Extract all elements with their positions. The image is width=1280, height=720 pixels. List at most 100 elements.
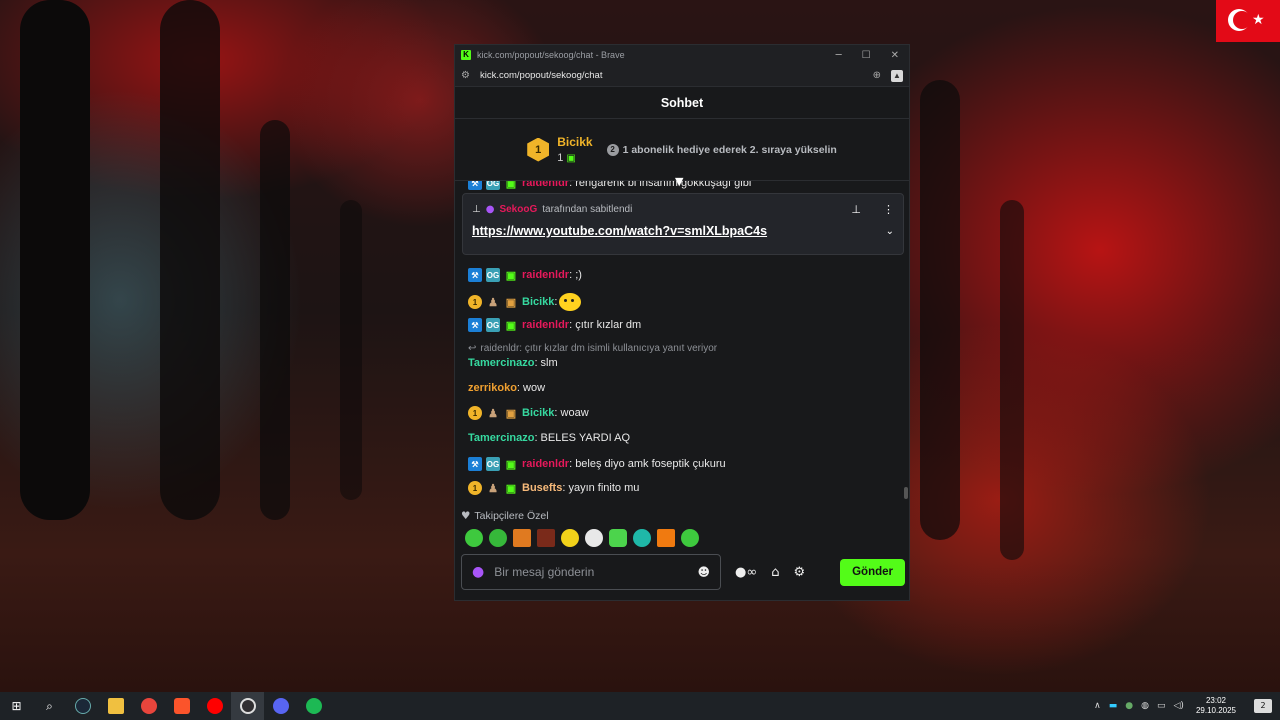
more-options-icon[interactable]: ⋮ [883, 203, 894, 216]
subscriber-badge-icon: ▣ [505, 181, 517, 190]
kick-logo-icon: K [461, 50, 471, 60]
message-text: : çıtır kızlar dm [569, 319, 642, 331]
obs-icon[interactable] [231, 692, 264, 720]
spotify-icon[interactable] [297, 692, 330, 720]
pin-icon: ⊥ [472, 204, 481, 215]
chat-message: 1 ♟ ▣ Busefts : yayın finito mu [468, 481, 639, 495]
leader-name[interactable]: Bicikk [557, 135, 592, 149]
window-title: kick.com/popout/sekoog/chat - Brave [477, 50, 625, 60]
message-text: : [554, 296, 558, 308]
clock[interactable]: 23:02 29.10.2025 [1196, 696, 1236, 716]
steam-icon[interactable] [66, 692, 99, 720]
username[interactable]: raidenldr [522, 181, 569, 189]
minimize-button[interactable]: ─ [836, 50, 842, 61]
moderator-badge-icon: ⚒ [468, 268, 482, 282]
emoji-picker-icon[interactable]: ☻ [697, 565, 710, 579]
start-button[interactable]: ⊞ [0, 692, 33, 720]
emote-icon[interactable] [489, 529, 507, 547]
broadcaster-badge-icon: ● [485, 204, 495, 215]
file-explorer-icon[interactable] [99, 692, 132, 720]
chat-popup-window: K kick.com/popout/sekoog/chat - Brave ─ … [454, 44, 910, 601]
username[interactable]: Bicikk [522, 296, 554, 308]
followers-label: Takipçilere Özel [474, 510, 549, 522]
kicks-icon[interactable]: ●∞ [735, 565, 757, 580]
emote-icon[interactable] [561, 529, 579, 547]
address-bar[interactable]: ⚙ kick.com/popout/sekoog/chat ⊕ ▲ [455, 65, 909, 87]
chat-input-row: ● ☻ ●∞ ⌂ ⚙ Gönder [461, 554, 905, 590]
message-input[interactable] [494, 565, 688, 579]
message-text: : yayın finito mu [562, 482, 640, 494]
username[interactable]: Tamercinazo [468, 432, 534, 444]
notifications-icon[interactable]: 2 [1254, 699, 1272, 713]
search-icon[interactable]: ⌕ [33, 692, 66, 720]
username[interactable]: raidenldr [522, 319, 569, 331]
username[interactable]: raidenldr [522, 458, 569, 470]
brave-icon[interactable] [165, 692, 198, 720]
volume-icon[interactable]: ◁) [1174, 701, 1184, 711]
send-button[interactable]: Gönder [840, 558, 905, 586]
chat-message: Tamercinazo : slm [468, 357, 558, 369]
pinned-message: ⊥ ● SekooG tarafından sabitlendi ⊥ ⋮ htt… [462, 193, 904, 255]
emote-icon[interactable] [537, 529, 555, 547]
url-text[interactable]: kick.com/popout/sekoog/chat [480, 70, 603, 81]
chat-scrollbar[interactable] [904, 487, 908, 499]
emote-icon[interactable] [633, 529, 651, 547]
pinned-by-user[interactable]: SekooG [499, 204, 537, 215]
person-badge-icon: ♟ [488, 482, 498, 495]
tray-app-icon[interactable]: ● [1125, 701, 1133, 711]
chat-message: zerrikoko : wow [468, 382, 545, 394]
maximize-button[interactable]: ☐ [862, 50, 871, 61]
site-settings-icon[interactable]: ⚙ [461, 70, 470, 81]
chat-message: ⚒ OG ▣ raidenldr : çıtır kızlar dm [468, 318, 641, 332]
moderator-badge-icon: ⚒ [468, 318, 482, 332]
gift-rank-badge-icon: 1 [468, 481, 482, 495]
taskbar: ⊞ ⌕ ∧ ▬ ● ◍ ▭ ◁) 23:02 29.10.2025 2 [0, 692, 1280, 720]
reply-context[interactable]: ↩ raidenldr: çıtır kızlar dm isimli kull… [468, 343, 717, 354]
emote-icon[interactable] [609, 529, 627, 547]
youtube-music-icon[interactable] [198, 692, 231, 720]
pinned-by-label: tarafından sabitlendi [542, 204, 633, 215]
gift-rank-badge-icon: 1 [468, 295, 482, 309]
leaderboard-prompt: 1 abonelik hediye ederek 2. sıraya yükse… [622, 143, 837, 156]
og-badge-icon: OG [486, 318, 500, 332]
username[interactable]: Bicikk [522, 407, 554, 419]
chrome-icon[interactable] [132, 692, 165, 720]
tray-app-icon[interactable]: ◍ [1141, 701, 1149, 711]
message-input-box[interactable]: ● ☻ [461, 554, 721, 590]
zoom-icon[interactable]: ⊕ [873, 70, 881, 81]
emote-icon[interactable] [681, 529, 699, 547]
message-text: : wow [516, 382, 546, 394]
subscriber-badge-icon: ▣ [505, 458, 517, 471]
username[interactable]: zerrikoko [468, 382, 517, 394]
emote-bar [465, 529, 699, 547]
close-button[interactable]: ✕ [891, 50, 899, 61]
date: 29.10.2025 [1195, 706, 1236, 715]
system-tray: ∧ ▬ ● ◍ ▭ ◁) 23:02 29.10.2025 2 [1094, 696, 1280, 716]
store-icon[interactable]: ⌂ [771, 565, 779, 580]
time: 23:02 [1205, 696, 1226, 705]
username[interactable]: Tamercinazo [468, 357, 534, 369]
tray-expand-icon[interactable]: ∧ [1094, 701, 1101, 711]
network-icon[interactable]: ▭ [1157, 701, 1166, 711]
discord-icon[interactable] [264, 692, 297, 720]
brave-shield-icon[interactable]: ▲ [891, 69, 903, 82]
emote-icon[interactable] [657, 529, 675, 547]
emote-icon[interactable] [585, 529, 603, 547]
emote-icon[interactable] [559, 293, 582, 311]
chat-message: Tamercinazo : BELES YARDI AQ [468, 432, 630, 444]
username[interactable]: raidenldr [522, 269, 569, 281]
pinned-link[interactable]: https://www.youtube.com/watch?v=smlXLbpa… [472, 224, 767, 238]
message-text: : woaw [554, 407, 589, 419]
username[interactable]: Busefts [522, 482, 562, 494]
chat-message: ⚒ OG ▣ raidenldr : beleş diyo amk fosept… [468, 457, 726, 471]
settings-gear-icon[interactable]: ⚙ [793, 565, 805, 580]
emote-icon[interactable] [513, 529, 531, 547]
message-text: : BELES YARDI AQ [534, 432, 631, 444]
tray-app-icon[interactable]: ▬ [1109, 701, 1118, 711]
box-badge-icon: ▣ [505, 296, 517, 309]
unpin-icon[interactable]: ⊥ [851, 203, 861, 216]
chevron-down-icon[interactable]: ⌄ [886, 226, 894, 237]
emote-icon[interactable] [465, 529, 483, 547]
og-badge-icon: OG [486, 268, 500, 282]
chat-message-partial: ⚒ OG ▣ raidenldr : rengarenk bi insanım … [468, 181, 751, 190]
